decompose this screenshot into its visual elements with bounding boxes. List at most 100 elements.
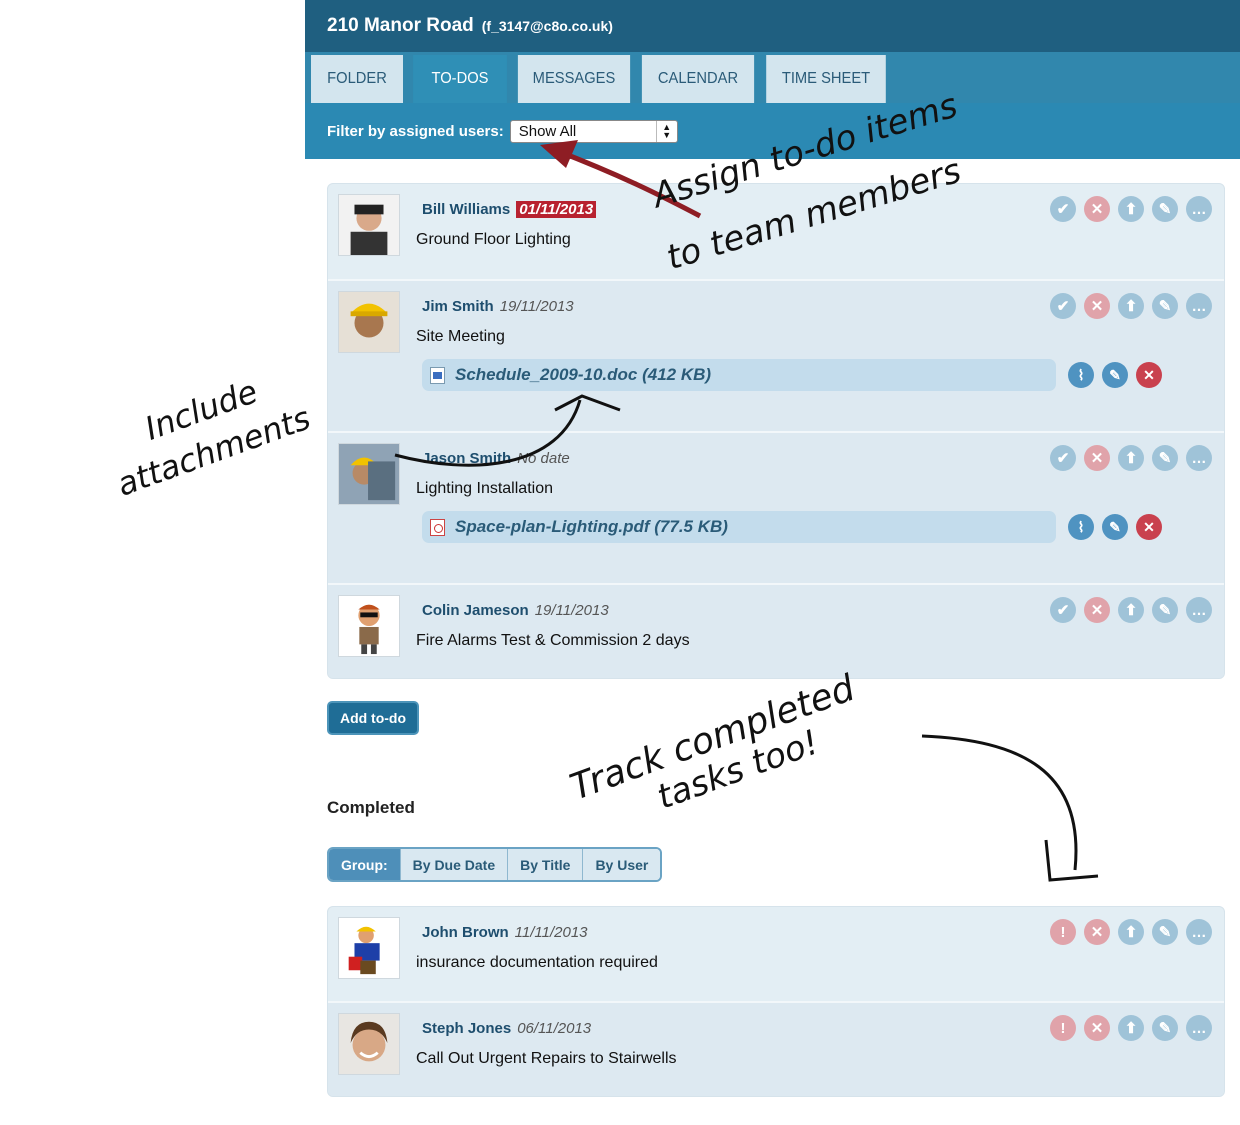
close-icon[interactable]: ✕ — [1084, 196, 1110, 222]
upload-icon[interactable]: ⬆ — [1118, 445, 1144, 471]
edit-icon[interactable]: ✎ — [1152, 597, 1178, 623]
attachment-name[interactable]: Space-plan-Lighting.pdf (77.5 KB) — [455, 517, 728, 537]
tab-todos[interactable]: TO-DOS — [413, 55, 507, 103]
edit-icon[interactable]: ✎ — [1152, 445, 1178, 471]
todo-actions: ✔ ✕ ⬆ ✎ … — [1050, 196, 1212, 222]
attachment[interactable]: Schedule_2009-10.doc (412 KB) — [422, 359, 1056, 391]
comment-icon[interactable]: … — [1186, 919, 1212, 945]
attachment-name[interactable]: Schedule_2009-10.doc (412 KB) — [455, 365, 711, 385]
edit-icon[interactable]: ✎ — [1152, 1015, 1178, 1041]
todo-title[interactable]: Call Out Urgent Repairs to Stairwells — [416, 1050, 677, 1068]
todo-title[interactable]: Site Meeting — [416, 328, 505, 346]
todo-actions: ! ✕ ⬆ ✎ … — [1050, 919, 1212, 945]
upload-icon[interactable]: ⬆ — [1118, 196, 1144, 222]
todo-actions: ✔ ✕ ⬆ ✎ … — [1050, 597, 1212, 623]
todo-user[interactable]: Jason Smith No date — [422, 450, 570, 467]
todo-title[interactable]: Ground Floor Lighting — [416, 231, 571, 249]
tab-time-sheet[interactable]: TIME SHEET — [766, 55, 886, 103]
todo-date: 19/11/2013 — [534, 602, 609, 619]
select-arrows-icon: ▲ ▼ — [655, 120, 677, 142]
doc-file-icon — [430, 366, 445, 384]
todo-date: 19/11/2013 — [499, 298, 574, 315]
todo-actions: ✔ ✕ ⬆ ✎ … — [1050, 445, 1212, 471]
todo-user[interactable]: Bill Williams 01/11/2013 — [422, 201, 597, 218]
group-by-title[interactable]: By Title — [507, 849, 583, 880]
edit-icon[interactable]: ✎ — [1152, 196, 1178, 222]
tab-calendar[interactable]: CALENDAR — [641, 55, 755, 103]
avatar — [338, 917, 400, 979]
edit-icon[interactable]: ✎ — [1152, 919, 1178, 945]
exclamation-icon[interactable]: ! — [1050, 919, 1076, 945]
todo-user[interactable]: Colin Jameson 19/11/2013 — [422, 602, 609, 619]
comment-icon[interactable]: … — [1186, 196, 1212, 222]
comment-icon[interactable]: … — [1186, 1015, 1212, 1041]
close-icon[interactable]: ✕ — [1084, 919, 1110, 945]
tab-folder[interactable]: FOLDER — [311, 55, 403, 103]
project-title: 210 Manor Road — [327, 15, 474, 36]
check-icon[interactable]: ✔ — [1050, 597, 1076, 623]
edit-icon[interactable]: ✎ — [1152, 293, 1178, 319]
close-icon[interactable]: ✕ — [1084, 293, 1110, 319]
close-icon[interactable]: ✕ — [1084, 1015, 1110, 1041]
attachment[interactable]: Space-plan-Lighting.pdf (77.5 KB) — [422, 511, 1056, 543]
tab-bar: FOLDER TO-DOS MESSAGES CALENDAR TIME SHE… — [305, 52, 1240, 103]
upload-icon[interactable]: ⬆ — [1118, 293, 1144, 319]
todo-actions: ✔ ✕ ⬆ ✎ … — [1050, 293, 1212, 319]
check-icon[interactable]: ✔ — [1050, 293, 1076, 319]
todo-actions: ! ✕ ⬆ ✎ … — [1050, 1015, 1212, 1041]
todo-list: Bill Williams 01/11/2013 Ground Floor Lig… — [327, 183, 1225, 679]
delete-icon[interactable]: ✕ — [1136, 514, 1162, 540]
todo-user[interactable]: Steph Jones 06/11/2013 — [422, 1020, 591, 1037]
filter-select[interactable]: Show All ▲ ▼ — [509, 119, 678, 143]
completed-row: Steph Jones 06/11/2013 Call Out Urgent Re… — [328, 1001, 1224, 1096]
group-label: Group: — [329, 849, 400, 880]
app: 210 Manor Road (f_3147@c8o.co.uk) FOLDER… — [305, 0, 1240, 159]
avatar — [338, 291, 400, 353]
todo-user[interactable]: John Brown 11/11/2013 — [422, 924, 588, 941]
close-icon[interactable]: ✕ — [1084, 597, 1110, 623]
completed-row: John Brown 11/11/2013 insurance documenta… — [328, 907, 1224, 1001]
todo-row: Jason Smith No date Lighting Installation… — [328, 431, 1224, 583]
group-by-due-date[interactable]: By Due Date — [399, 849, 508, 880]
upload-icon[interactable]: ⬆ — [1118, 919, 1144, 945]
todo-row: Colin Jameson 19/11/2013 Fire Alarms Test… — [328, 583, 1224, 678]
comment-icon[interactable]: … — [1186, 445, 1212, 471]
todo-user[interactable]: Jim Smith 19/11/2013 — [422, 298, 574, 315]
delete-icon[interactable]: ✕ — [1136, 362, 1162, 388]
upload-icon[interactable]: ⬆ — [1118, 1015, 1144, 1041]
project-email: (f_3147@c8o.co.uk) — [481, 18, 613, 34]
todo-date: No date — [517, 450, 570, 467]
group-by-user[interactable]: By User — [582, 849, 661, 880]
add-todo-button[interactable]: Add to-do — [327, 701, 419, 735]
completed-list: John Brown 11/11/2013 insurance documenta… — [327, 906, 1225, 1097]
avatar — [338, 443, 400, 505]
edit-icon[interactable]: ✎ — [1102, 514, 1128, 540]
check-icon[interactable]: ✔ — [1050, 445, 1076, 471]
avatar — [338, 595, 400, 657]
avatar — [338, 1013, 400, 1075]
exclamation-icon[interactable]: ! — [1050, 1015, 1076, 1041]
comment-icon[interactable]: … — [1186, 293, 1212, 319]
paperclip-icon[interactable]: ⌇ — [1068, 514, 1094, 540]
todo-title[interactable]: Lighting Installation — [416, 480, 553, 498]
todo-row: Jim Smith 19/11/2013 Site Meeting ✔ ✕ ⬆ ✎… — [328, 279, 1224, 431]
tab-messages[interactable]: MESSAGES — [517, 55, 631, 103]
completed-heading: Completed — [327, 798, 415, 817]
todo-date: 06/11/2013 — [517, 1020, 592, 1037]
todo-date-overdue: 01/11/2013 — [516, 201, 597, 218]
edit-icon[interactable]: ✎ — [1102, 362, 1128, 388]
paperclip-icon[interactable]: ⌇ — [1068, 362, 1094, 388]
close-icon[interactable]: ✕ — [1084, 445, 1110, 471]
check-icon[interactable]: ✔ — [1050, 196, 1076, 222]
group-bar: Group: By Due Date By Title By User — [327, 847, 663, 882]
todo-title[interactable]: Fire Alarms Test & Commission 2 days — [416, 632, 690, 650]
filter-select-value: Show All — [518, 122, 577, 140]
todo-date: 11/11/2013 — [514, 924, 588, 941]
attachment-actions: ⌇ ✎ ✕ — [1068, 514, 1162, 540]
todo-title[interactable]: insurance documentation required — [416, 954, 658, 972]
attachment-actions: ⌇ ✎ ✕ — [1068, 362, 1162, 388]
comment-icon[interactable]: … — [1186, 597, 1212, 623]
pdf-file-icon — [430, 518, 445, 536]
avatar — [338, 194, 400, 256]
upload-icon[interactable]: ⬆ — [1118, 597, 1144, 623]
